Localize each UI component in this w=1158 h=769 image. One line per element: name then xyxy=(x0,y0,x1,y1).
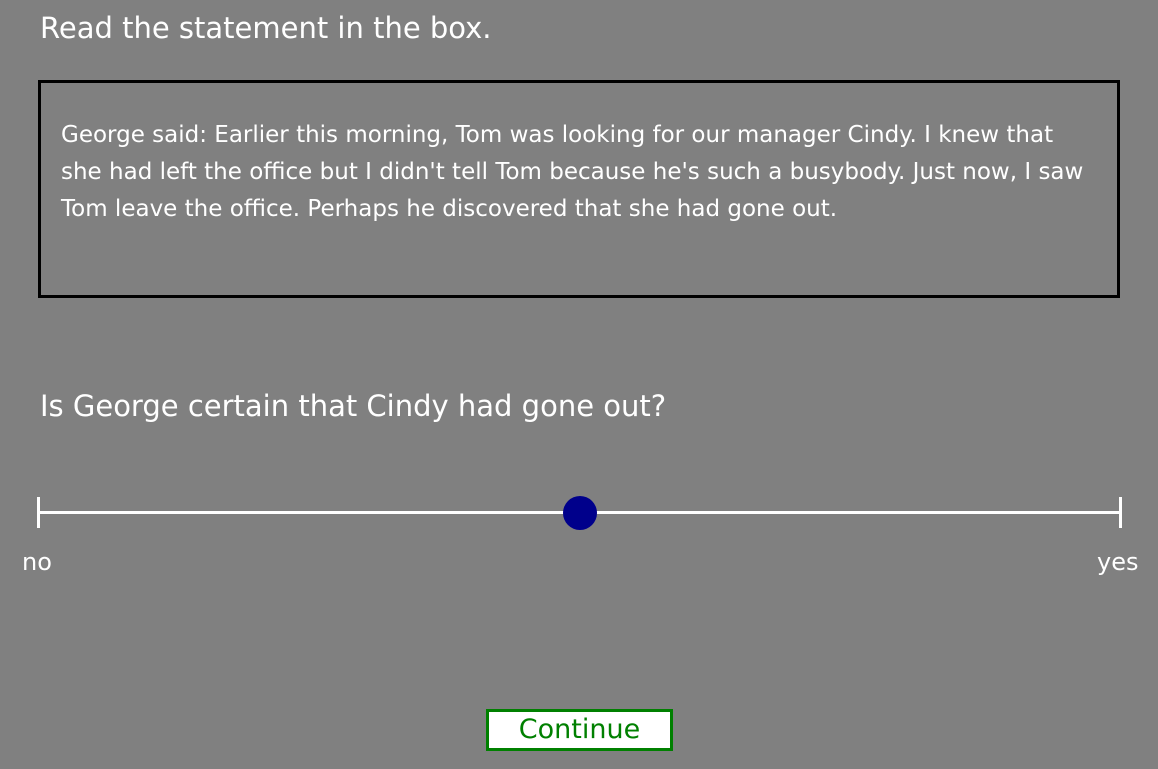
question-text: Is George certain that Cindy had gone ou… xyxy=(40,389,667,423)
statement-box: George said: Earlier this morning, Tom w… xyxy=(38,80,1120,298)
rating-slider[interactable] xyxy=(37,495,1122,531)
slider-label-yes: yes xyxy=(1097,548,1139,576)
slider-label-no: no xyxy=(22,548,52,576)
slider-tick-min xyxy=(37,497,40,528)
slider-thumb[interactable] xyxy=(562,496,597,530)
continue-button[interactable]: Continue xyxy=(486,709,673,751)
slider-tick-max xyxy=(1119,497,1122,528)
statement-text: George said: Earlier this morning, Tom w… xyxy=(61,122,1084,222)
instruction-text: Read the statement in the box. xyxy=(40,11,492,45)
